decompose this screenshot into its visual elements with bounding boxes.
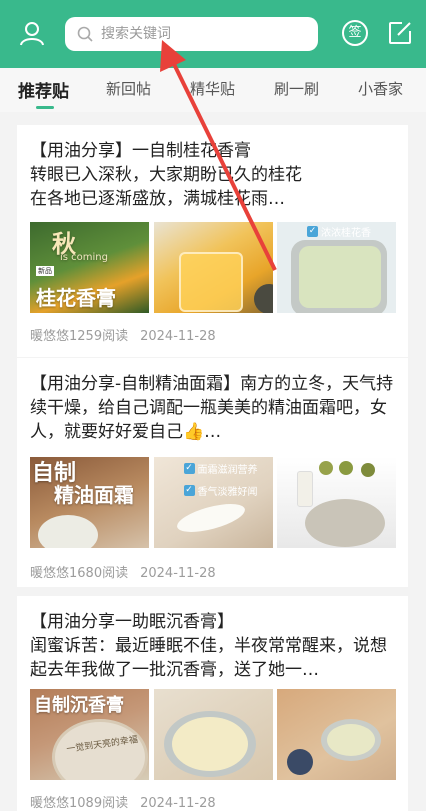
- sign-in-icon[interactable]: 签: [340, 18, 370, 48]
- post-meta: 暖悠悠1259阅读 2024-11-28: [30, 325, 216, 344]
- active-tab-indicator: [36, 106, 54, 109]
- image-tag: ✓ 浓浓桂花香: [307, 226, 371, 239]
- post-image[interactable]: [277, 689, 396, 780]
- post-image[interactable]: 秋 is coming 新品 桂花香膏: [30, 222, 149, 313]
- user-icon[interactable]: [17, 18, 47, 48]
- post-text[interactable]: 【用油分享-自制精油面霜】南方的立冬，天气持续干燥，给自己调配一瓶美美的精油面霜…: [30, 372, 396, 444]
- post-reads: 1680阅读: [69, 566, 129, 581]
- post-date: 2024-11-28: [140, 329, 216, 344]
- image-caption: 新品: [36, 266, 54, 276]
- post-date: 2024-11-28: [140, 566, 216, 581]
- post-images: 自制沉香膏 一觉到天亮的幸福: [30, 689, 396, 780]
- post-image[interactable]: [277, 457, 396, 548]
- post-image[interactable]: ✓ 面霜滋润营养 ✓ 香气淡雅好闻: [153, 457, 273, 548]
- post-reads: 1089阅读: [69, 796, 129, 811]
- tab-xiaoxiangjia[interactable]: 小香家: [358, 78, 403, 99]
- post-reads: 1259阅读: [69, 329, 129, 344]
- post-card[interactable]: 【用油分享-自制精油面霜】南方的立冬，天气持续干燥，给自己调配一瓶美美的精油面霜…: [17, 358, 408, 587]
- post-card[interactable]: 【用油分享】一自制桂花香膏 转眼已入深秋，大家期盼已久的桂花 在各地已逐渐盛放，…: [17, 125, 408, 357]
- top-bar: 签: [0, 0, 426, 68]
- post-author[interactable]: 暖悠悠: [30, 566, 69, 581]
- post-image[interactable]: [153, 222, 273, 313]
- image-caption: 桂花香膏: [36, 286, 116, 310]
- tab-new-replies[interactable]: 新回帖: [106, 78, 151, 99]
- tab-recommended[interactable]: 推荐贴: [18, 77, 69, 102]
- post-author[interactable]: 暖悠悠: [30, 796, 69, 811]
- post-text[interactable]: 【用油分享】一自制桂花香膏 转眼已入深秋，大家期盼已久的桂花 在各地已逐渐盛放，…: [30, 139, 396, 211]
- post-title: 【用油分享一助眠沉香膏】 闺蜜诉苦：最近睡眠不佳，半夜常常醒来，说想起去年我做了…: [30, 612, 387, 680]
- post-images: 秋 is coming 新品 桂花香膏 ✓ 浓浓桂花香: [30, 222, 396, 313]
- tab-refresh[interactable]: 刷一刷: [274, 78, 319, 99]
- post-images: 自制 精油面霜 ✓ 面霜滋润营养 ✓ 香气淡雅好闻: [30, 457, 396, 548]
- post-meta: 暖悠悠1680阅读 2024-11-28: [30, 562, 216, 581]
- search-bar[interactable]: [65, 17, 318, 51]
- post-image[interactable]: ✓ 浓浓桂花香: [277, 222, 396, 313]
- post-date: 2024-11-28: [140, 796, 216, 811]
- post-image[interactable]: 自制沉香膏 一觉到天亮的幸福: [30, 689, 149, 780]
- image-caption: 精油面霜: [54, 483, 134, 507]
- search-input[interactable]: [99, 25, 303, 43]
- search-icon: [77, 26, 93, 42]
- post-image[interactable]: [153, 689, 273, 780]
- image-caption: 自制沉香膏: [34, 695, 124, 716]
- sign-in-label: 签: [348, 25, 362, 40]
- image-tag: ✓ 香气淡雅好闻: [183, 485, 258, 498]
- post-meta: 暖悠悠1089阅读 2024-11-28: [30, 792, 216, 811]
- tab-featured[interactable]: 精华贴: [190, 78, 235, 99]
- post-text[interactable]: 【用油分享一助眠沉香膏】 闺蜜诉苦：最近睡眠不佳，半夜常常醒来，说想起去年我做了…: [30, 610, 396, 682]
- image-tag: ✓ 面霜滋润营养: [183, 463, 258, 476]
- post-card[interactable]: 【用油分享一助眠沉香膏】 闺蜜诉苦：最近睡眠不佳，半夜常常醒来，说想起去年我做了…: [17, 596, 408, 811]
- edit-icon[interactable]: [385, 18, 415, 48]
- post-author[interactable]: 暖悠悠: [30, 329, 69, 344]
- tab-bar: 推荐贴 新回帖 精华贴 刷一刷 小香家: [0, 68, 426, 112]
- post-image[interactable]: 自制 精油面霜: [30, 457, 149, 548]
- image-caption: is coming: [60, 252, 108, 263]
